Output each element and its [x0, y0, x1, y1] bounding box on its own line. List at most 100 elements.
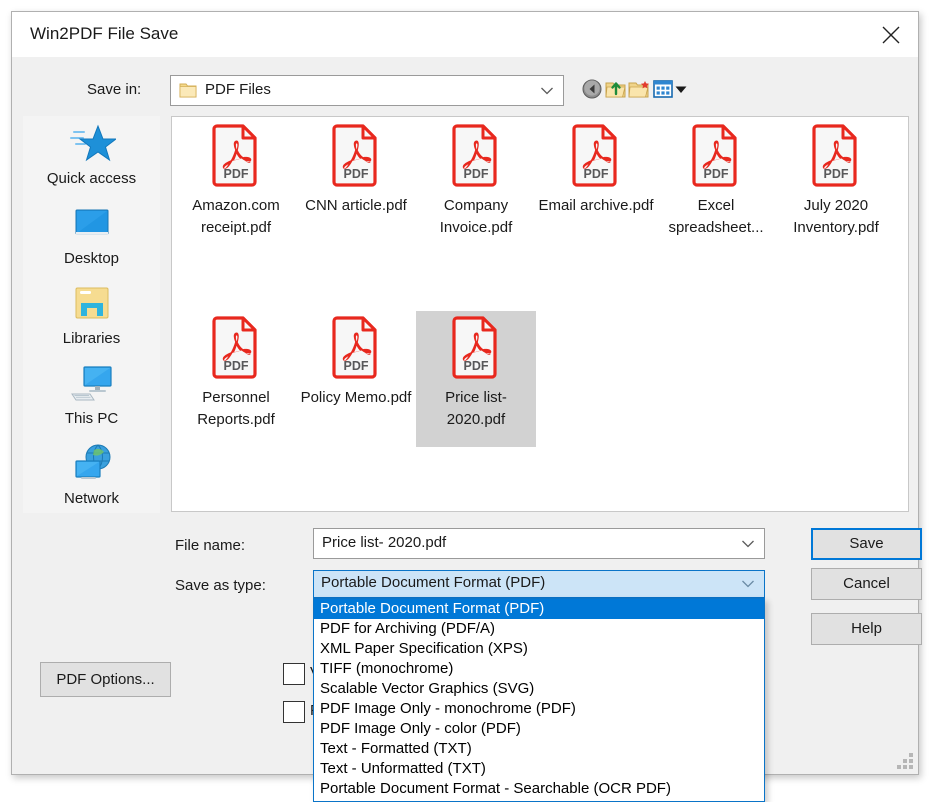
file-name-label: Personnel Reports.pdf — [176, 387, 296, 431]
file-name-label: CNN article.pdf — [296, 195, 416, 217]
save-as-type-label: Save as type: — [175, 577, 266, 594]
file-list-item[interactable]: PDF Personnel Reports.pdf — [176, 311, 296, 447]
file-list-item[interactable]: PDF Email archive.pdf — [536, 119, 656, 255]
folder-icon — [179, 82, 197, 99]
save-in-label: Save in: — [87, 81, 141, 98]
file-list-panel[interactable]: PDF Amazon.com receipt.pdf PDF CNN article… — [171, 116, 909, 512]
save-as-type-option[interactable]: Text - Unformatted (TXT) — [314, 759, 764, 779]
file-name-label: July 2020 Inventory.pdf — [776, 195, 896, 239]
save-in-value: PDF Files — [205, 81, 271, 98]
triangle-down-icon — [674, 82, 688, 96]
new-folder-icon — [628, 78, 650, 100]
place-icon-wrapper — [23, 200, 160, 248]
place-item-quick-access[interactable]: Quick access — [23, 116, 160, 196]
svg-text:PDF: PDF — [224, 167, 249, 181]
views-grid-icon — [652, 78, 674, 100]
pdf-file-icon: PDF — [450, 123, 502, 189]
file-icon-wrapper: PDF — [176, 311, 296, 387]
save-as-type-value: Portable Document Format (PDF) — [321, 574, 545, 591]
file-icon-wrapper: PDF — [296, 119, 416, 195]
file-name-combobox[interactable]: Price list- 2020.pdf — [313, 528, 765, 559]
place-item-label: Network — [23, 490, 160, 507]
desktop-icon — [68, 202, 116, 246]
title-bar: Win2PDF File Save — [12, 12, 918, 57]
close-icon — [880, 24, 902, 46]
computer-icon — [68, 362, 116, 406]
file-name-label: Price list-2020.pdf — [416, 387, 536, 431]
save-as-type-option[interactable]: PDF Image Only - color (PDF) — [314, 719, 764, 739]
place-icon-wrapper — [23, 280, 160, 328]
file-name-label: Amazon.com receipt.pdf — [176, 195, 296, 239]
pdf-file-icon: PDF — [570, 123, 622, 189]
file-icon-wrapper: PDF — [296, 311, 416, 387]
file-name-input[interactable]: Price list- 2020.pdf — [322, 534, 446, 551]
save-as-type-option[interactable]: Scalable Vector Graphics (SVG) — [314, 679, 764, 699]
pdf-file-icon: PDF — [210, 315, 262, 381]
save-as-type-option[interactable]: TIFF (monochrome) — [314, 659, 764, 679]
svg-text:PDF: PDF — [224, 359, 249, 373]
pdf-options-button[interactable]: PDF Options... — [40, 662, 171, 697]
star-icon — [68, 122, 116, 166]
file-list-item[interactable]: PDF Price list-2020.pdf — [416, 311, 536, 447]
place-item-this-pc[interactable]: This PC — [23, 356, 160, 436]
views-button[interactable] — [652, 78, 674, 100]
svg-text:PDF: PDF — [344, 359, 369, 373]
place-icon-wrapper — [23, 120, 160, 168]
file-name-label: Email archive.pdf — [536, 195, 656, 217]
up-folder-icon — [605, 78, 627, 100]
place-icon-wrapper — [23, 360, 160, 408]
pdf-file-icon: PDF — [330, 123, 382, 189]
close-button[interactable] — [864, 12, 918, 56]
svg-text:PDF: PDF — [824, 167, 849, 181]
save-in-combobox[interactable]: PDF Files — [170, 75, 564, 106]
create-new-folder-button[interactable] — [628, 78, 650, 100]
help-button[interactable]: Help — [811, 613, 922, 645]
save-as-type-option[interactable]: XML Paper Specification (XPS) — [314, 639, 764, 659]
file-list-item[interactable]: PDF Excel spreadsheet... — [656, 119, 776, 255]
file-icon-wrapper: PDF — [416, 119, 536, 195]
place-item-label: Desktop — [23, 250, 160, 267]
save-as-type-option[interactable]: PDF Image Only - monochrome (PDF) — [314, 699, 764, 719]
save-button[interactable]: Save — [811, 528, 922, 560]
up-one-level-button[interactable] — [605, 78, 627, 100]
save-as-type-option[interactable]: Portable Document Format - Searchable (O… — [314, 779, 764, 799]
libraries-folder-icon — [68, 282, 116, 326]
place-item-label: Libraries — [23, 330, 160, 347]
network-globe-icon — [68, 442, 116, 486]
pdf-file-icon: PDF — [450, 315, 502, 381]
file-icon-wrapper: PDF — [176, 119, 296, 195]
resize-grip[interactable] — [897, 753, 913, 769]
chevron-down-icon — [741, 539, 755, 549]
file-list-item[interactable]: PDF July 2020 Inventory.pdf — [776, 119, 896, 255]
save-as-type-option[interactable]: Text - Formatted (TXT) — [314, 739, 764, 759]
back-button[interactable] — [581, 78, 603, 100]
pdf-file-icon: PDF — [210, 123, 262, 189]
file-name-label: Excel spreadsheet... — [656, 195, 776, 239]
file-icon-wrapper: PDF — [776, 119, 896, 195]
svg-text:PDF: PDF — [464, 167, 489, 181]
save-as-type-option[interactable]: Portable Document Format (PDF) — [314, 599, 764, 619]
win2pdf-file-save-dialog: Win2PDF File Save Save in: PDF Files — [11, 11, 919, 775]
cancel-button[interactable]: Cancel — [811, 568, 922, 600]
place-item-network[interactable]: Network — [23, 436, 160, 516]
file-list-item[interactable]: PDF Amazon.com receipt.pdf — [176, 119, 296, 255]
chevron-down-icon — [741, 579, 755, 589]
file-name-label: File name: — [175, 537, 245, 554]
file-list-item[interactable]: PDF CNN article.pdf — [296, 119, 416, 255]
place-item-libraries[interactable]: Libraries — [23, 276, 160, 356]
file-name-label: Policy Memo.pdf — [296, 387, 416, 409]
pdf-file-icon: PDF — [330, 315, 382, 381]
prompt-checkbox[interactable] — [283, 701, 305, 723]
file-list-item[interactable]: PDF Policy Memo.pdf — [296, 311, 416, 447]
file-list-item[interactable]: PDF Company Invoice.pdf — [416, 119, 536, 255]
save-as-type-option[interactable]: PDF for Archiving (PDF/A) — [314, 619, 764, 639]
views-dropdown-button[interactable] — [674, 82, 688, 96]
place-item-desktop[interactable]: Desktop — [23, 196, 160, 276]
place-item-label: Quick access — [23, 170, 160, 187]
file-icon-wrapper: PDF — [536, 119, 656, 195]
view-file-checkbox[interactable] — [283, 663, 305, 685]
save-as-type-combobox[interactable]: Portable Document Format (PDF) — [313, 570, 765, 598]
pdf-file-icon: PDF — [690, 123, 742, 189]
file-name-label: Company Invoice.pdf — [416, 195, 536, 239]
save-as-type-dropdown-list[interactable]: Portable Document Format (PDF)PDF for Ar… — [313, 598, 765, 802]
